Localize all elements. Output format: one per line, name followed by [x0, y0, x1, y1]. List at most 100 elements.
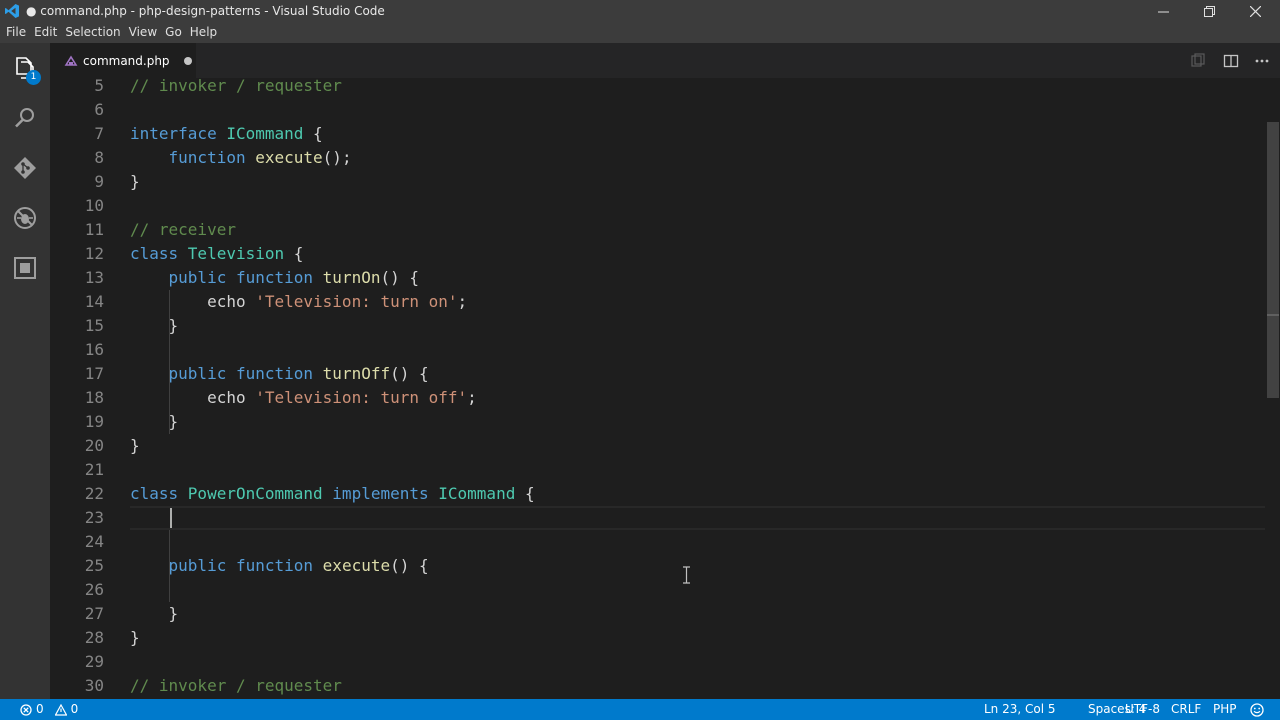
code-token: execute	[322, 556, 391, 575]
minimize-button[interactable]	[1140, 0, 1186, 22]
code-line[interactable]: 21	[50, 458, 1265, 482]
code-token: function	[235, 364, 323, 383]
line-number: 5	[94, 78, 104, 95]
cursor-position[interactable]: Ln 23, Col 5	[984, 699, 1056, 720]
smiley-icon	[1250, 702, 1264, 717]
minimize-icon	[1157, 11, 1169, 12]
code-line[interactable]: 16	[50, 338, 1265, 362]
code-editor[interactable]: 5 // invoker / requester 6 7 interface IComm…	[50, 78, 1280, 699]
code-token: ICommand	[226, 124, 304, 143]
menu-edit[interactable]: Edit	[30, 22, 61, 43]
more-icon	[1255, 59, 1269, 63]
menu-bar: File Edit Selection View Go Help	[0, 22, 1280, 43]
restore-button[interactable]	[1186, 0, 1232, 22]
code-line[interactable]: 26	[50, 578, 1265, 602]
code-line[interactable]: 7 interface ICommand {	[50, 122, 1265, 146]
php-file-icon	[64, 54, 78, 68]
menu-help[interactable]: Help	[186, 22, 221, 43]
code-token: // receiver	[130, 220, 236, 239]
activity-explorer[interactable]: 1	[0, 43, 50, 93]
close-icon	[1249, 5, 1261, 17]
menu-go[interactable]: Go	[161, 22, 186, 43]
code-line[interactable]: 19 }	[50, 410, 1265, 434]
line-code: class PowerOnCommand implements ICommand…	[130, 482, 535, 506]
code-line[interactable]: 25 public function execute() {	[50, 554, 1265, 578]
code-line[interactable]: 15 }	[50, 314, 1265, 338]
close-window-button[interactable]	[1232, 0, 1278, 22]
line-number: 19	[84, 412, 104, 431]
open-changes-button[interactable]	[1188, 51, 1208, 71]
code-line[interactable]: 20}	[50, 434, 1265, 458]
unsaved-dot-icon[interactable]	[183, 56, 192, 65]
line-code: // invoker / requester	[130, 78, 342, 98]
status-bar: 0 0 Ln 23, Col 5 Spaces: 4 UTF-8 CRLF PH…	[0, 699, 1280, 720]
warning-icon	[54, 703, 67, 716]
indent-guide	[169, 290, 170, 434]
activity-debug[interactable]	[0, 193, 50, 243]
code-line[interactable]: 13 public function turnOn() {	[50, 266, 1265, 290]
line-code: }	[130, 626, 140, 650]
line-number: 11	[84, 220, 104, 239]
menu-file[interactable]: File	[2, 22, 30, 43]
split-editor-button[interactable]	[1221, 51, 1241, 71]
line-code: echo 'Television: turn off';	[130, 386, 477, 410]
feedback-button[interactable]	[1250, 699, 1264, 720]
line-code: class Television {	[130, 242, 303, 266]
warning-count: 0	[70, 702, 79, 716]
line-ending[interactable]: CRLF	[1171, 699, 1201, 720]
code-line[interactable]: 10	[50, 194, 1265, 218]
code-token: }	[130, 628, 140, 647]
code-line[interactable]: 30 // invoker / requester	[50, 674, 1265, 698]
activity-search[interactable]	[0, 93, 50, 143]
code-token: {	[284, 244, 304, 263]
scrollbar-thumb[interactable]	[1267, 122, 1279, 398]
code-token: () {	[390, 556, 429, 575]
code-token: public	[168, 556, 236, 575]
problems-indicator[interactable]: 0 0	[20, 699, 78, 720]
code-token: function	[235, 268, 323, 287]
code-line[interactable]: 17 public function turnOff() {	[50, 362, 1265, 386]
code-line[interactable]: 24	[50, 530, 1265, 554]
line-number: 25	[84, 556, 104, 575]
code-line[interactable]: 9}	[50, 170, 1265, 194]
tab-command-php[interactable]: command.php	[50, 43, 196, 78]
code-line[interactable]: 27 }	[50, 602, 1265, 626]
more-actions-button[interactable]	[1252, 51, 1272, 71]
code-token: class	[130, 484, 188, 503]
code-token: ;	[457, 292, 468, 311]
activity-git[interactable]	[0, 143, 50, 193]
line-number: 24	[84, 532, 104, 551]
code-token: turnOn	[322, 268, 381, 287]
code-line[interactable]: 22 class PowerOnCommand implements IComma…	[50, 482, 1265, 506]
menu-selection[interactable]: Selection	[61, 22, 124, 43]
encoding[interactable]: UTF-8	[1125, 699, 1160, 720]
code-token: 'Television: turn off'	[255, 388, 468, 407]
code-line[interactable]: 14 echo 'Television: turn on';	[50, 290, 1265, 314]
debug-icon	[14, 207, 36, 229]
line-number: 22	[84, 484, 104, 503]
code-line[interactable]: 8 function execute();	[50, 146, 1265, 170]
code-line[interactable]: 5 // invoker / requester	[50, 78, 1265, 98]
tab-label: command.php	[83, 53, 170, 68]
vscode-logo-icon	[5, 4, 19, 18]
menu-view[interactable]: View	[125, 22, 161, 43]
line-number: 10	[84, 196, 104, 215]
code-token: function	[235, 556, 323, 575]
language-mode[interactable]: PHP	[1213, 699, 1237, 720]
code-token: }	[130, 436, 140, 455]
code-line[interactable]: 28}	[50, 626, 1265, 650]
error-count: 0	[36, 702, 44, 716]
line-number: 12	[84, 244, 104, 263]
line-number: 7	[94, 124, 104, 143]
code-line[interactable]: 18 echo 'Television: turn off';	[50, 386, 1265, 410]
git-icon	[14, 157, 36, 179]
code-line[interactable]: 29	[50, 650, 1265, 674]
code-line[interactable]: 23	[50, 506, 1265, 530]
activity-extensions[interactable]	[0, 243, 50, 293]
code-line[interactable]: 12 class Television {	[50, 242, 1265, 266]
code-line[interactable]: 11 // receiver	[50, 218, 1265, 242]
code-token: 'Television: turn on'	[255, 292, 458, 311]
code-line[interactable]: 6	[50, 98, 1265, 122]
